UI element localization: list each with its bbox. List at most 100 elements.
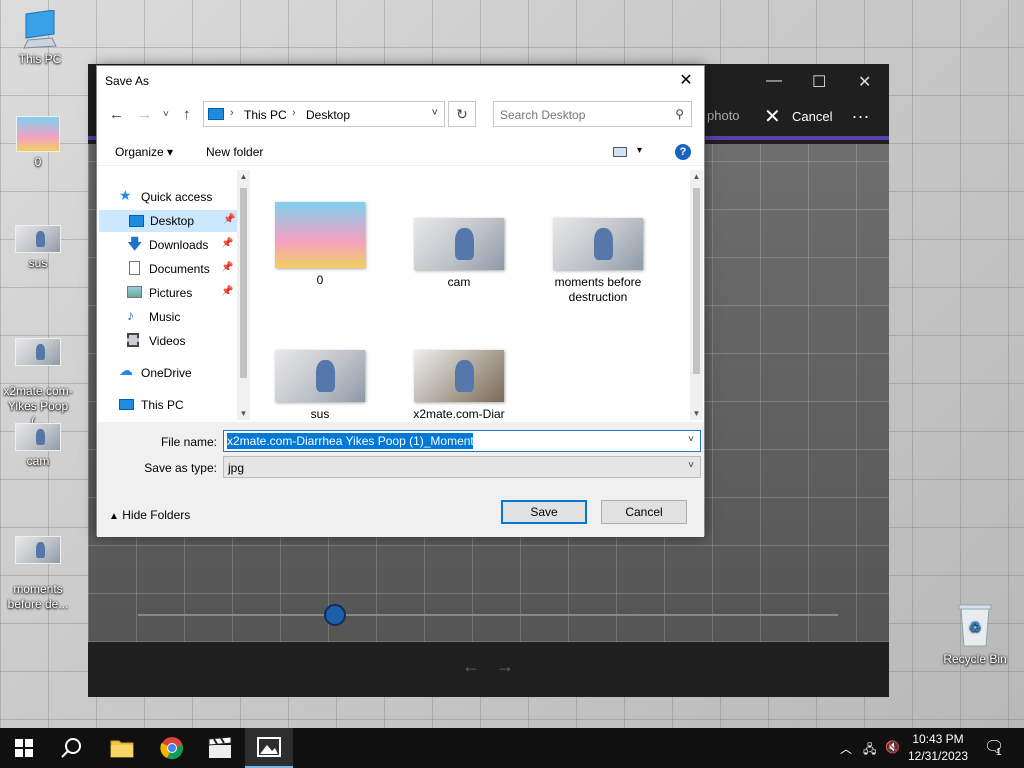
nav-item-music[interactable]: ♪ Music — [127, 306, 247, 328]
desktop-icon-label: 0 — [34, 155, 42, 169]
clock[interactable]: 10:43 PM 12/31/2023 — [903, 731, 973, 765]
navigation-scrollbar[interactable]: ▲ ▼ — [237, 170, 250, 420]
nav-item-quick-access[interactable]: ★ Quick access — [119, 186, 239, 208]
desktop-icon-recycle-bin[interactable]: ♻ Recycle Bin — [937, 602, 1013, 667]
address-dropdown-icon[interactable]: ˅ — [432, 107, 438, 119]
desktop-icon-moments[interactable]: moments before de... — [0, 521, 76, 612]
svg-text:♻: ♻ — [969, 620, 982, 636]
nav-item-onedrive[interactable]: ☁ OneDrive — [119, 362, 239, 384]
up-arrow-icon[interactable]: ↑ — [183, 106, 191, 123]
desktop-icon-this-pc[interactable]: This PC — [2, 10, 78, 67]
file-item-0[interactable]: 0 — [260, 202, 380, 288]
network-icon[interactable]: 🖧 — [863, 740, 876, 761]
file-list-scrollbar[interactable]: ▲ ▼ — [690, 170, 703, 420]
nav-item-this-pc[interactable]: This PC — [119, 394, 239, 416]
scroll-down-icon[interactable]: ▼ — [690, 409, 703, 418]
video-editor-taskbar-button[interactable] — [196, 728, 244, 768]
chrome-taskbar-button[interactable] — [148, 728, 196, 768]
file-name-input[interactable] — [227, 433, 677, 449]
scroll-up-icon[interactable]: ▲ — [237, 172, 250, 181]
file-list: 0 cam moments before destruction sus x2m… — [255, 170, 685, 422]
photo-cancel-button[interactable]: Cancel — [792, 109, 832, 124]
file-item-x2mate[interactable]: x2mate.com-Diar — [399, 350, 519, 422]
file-item-cam[interactable]: cam — [399, 218, 519, 290]
file-item-moments[interactable]: moments before destruction — [538, 218, 658, 305]
search-box[interactable]: ⚲ — [493, 101, 692, 127]
clock-date: 12/31/2023 — [907, 749, 969, 763]
search-icon: ⚲ — [675, 107, 684, 121]
breadcrumb-separator-icon: › — [292, 107, 296, 119]
address-bar[interactable]: › This PC › Desktop ˅ — [203, 101, 445, 127]
video-timeline-handle[interactable] — [324, 604, 346, 626]
save-button[interactable]: Save — [501, 500, 587, 524]
show-hidden-icons-chevron-icon[interactable]: ︿ — [840, 740, 852, 757]
desktop-icon-x2mate[interactable]: x2mate.com- Yikes Poop (... — [0, 323, 76, 429]
volume-muted-icon[interactable]: 🔇 — [885, 740, 900, 754]
desktop-icon-label: cam — [26, 454, 50, 468]
back-arrow-icon[interactable]: ← — [109, 106, 124, 123]
scroll-down-icon[interactable]: ▼ — [237, 409, 250, 418]
nav-item-label: This PC — [141, 398, 184, 412]
image-thumbnail — [15, 423, 61, 451]
music-note-icon: ♪ — [127, 307, 134, 323]
film-icon — [127, 333, 139, 347]
organize-button[interactable]: Organize ▾ — [115, 145, 173, 159]
breadcrumb-separator-icon: › — [230, 107, 234, 119]
file-name-label: sus — [310, 407, 330, 421]
scrollbar-thumb[interactable] — [693, 188, 700, 374]
file-explorer-taskbar-button[interactable] — [98, 728, 146, 768]
scrollbar-thumb[interactable] — [240, 188, 247, 378]
cancel-x-icon[interactable]: ✕ — [764, 104, 781, 129]
dialog-close-icon[interactable]: ✕ — [676, 70, 696, 90]
desktop-icon-0[interactable]: 0 — [0, 116, 76, 170]
desktop-icon-sus[interactable]: sus — [0, 225, 76, 271]
this-pc-icon — [23, 10, 57, 49]
next-arrow-icon[interactable]: → — [496, 656, 514, 677]
recycle-bin-icon: ♻ — [958, 604, 992, 647]
file-item-sus[interactable]: sus — [260, 350, 380, 422]
nav-item-downloads[interactable]: 🡇 Downloads 📌 — [127, 234, 247, 256]
cancel-button[interactable]: Cancel — [601, 500, 687, 524]
nav-item-label: Music — [149, 310, 181, 324]
help-icon[interactable]: ? — [675, 144, 691, 160]
new-folder-button[interactable]: New folder — [206, 145, 263, 159]
change-view-icon[interactable] — [613, 147, 627, 157]
nav-item-videos[interactable]: Videos — [127, 330, 247, 352]
photos-bottom-bar — [88, 642, 889, 697]
save-copy-label[interactable]: photo — [707, 108, 740, 123]
more-options-icon[interactable]: ... — [852, 102, 870, 123]
nav-item-pictures[interactable]: Pictures 📌 — [127, 282, 247, 304]
file-name-dropdown-icon[interactable]: ˅ — [688, 434, 694, 445]
nav-item-label: Documents — [149, 262, 210, 276]
previous-arrow-icon[interactable]: ← — [462, 656, 480, 677]
nav-item-desktop[interactable]: Desktop 📌 — [99, 210, 237, 232]
video-timeline-track[interactable] — [138, 614, 838, 616]
maximize-icon[interactable]: ☐ — [812, 72, 826, 92]
folder-icon — [110, 740, 134, 758]
nav-item-documents[interactable]: Documents 📌 — [127, 258, 247, 280]
file-name-field[interactable]: ˅ — [223, 430, 701, 452]
organize-label: Organize — [115, 145, 164, 159]
pictures-icon — [127, 286, 142, 298]
view-options-dropdown-icon[interactable]: ▾ — [637, 145, 642, 156]
photos-taskbar-button[interactable] — [245, 728, 293, 768]
close-icon[interactable]: ✕ — [858, 72, 871, 92]
search-input[interactable] — [500, 106, 660, 123]
image-thumbnail — [16, 116, 60, 152]
desktop-icon-label: Recycle Bin — [943, 652, 1007, 666]
breadcrumb-this-pc[interactable]: This PC — [244, 108, 287, 122]
search-button[interactable] — [48, 728, 96, 768]
scroll-up-icon[interactable]: ▲ — [690, 172, 703, 181]
desktop-icon-cam[interactable]: cam — [0, 423, 76, 469]
breadcrumb-desktop[interactable]: Desktop — [306, 108, 350, 122]
hide-folders-button[interactable]: ▲ Hide Folders — [109, 508, 190, 522]
forward-arrow-icon[interactable]: → — [137, 106, 152, 123]
minimize-icon[interactable]: — — [766, 72, 782, 90]
save-type-select[interactable]: jpg ˅ — [223, 456, 701, 478]
refresh-button[interactable]: ↻ — [448, 101, 476, 127]
save-type-dropdown-icon[interactable]: ˅ — [688, 460, 694, 471]
desktop-icon-label: x2mate.com- Yikes Poop (... — [3, 384, 73, 428]
start-button[interactable] — [0, 728, 48, 768]
nav-item-label: Quick access — [141, 190, 213, 204]
recent-locations-chevron-icon[interactable]: ˅ — [163, 109, 169, 120]
